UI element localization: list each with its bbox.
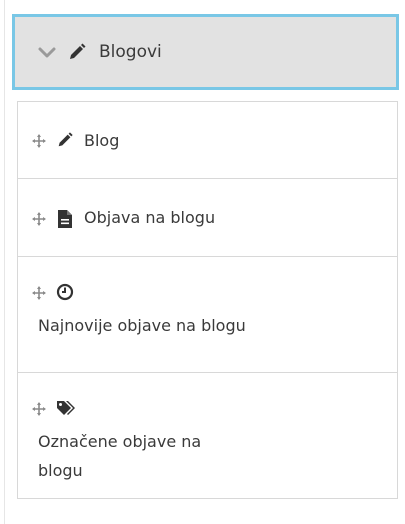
- block-item-latest-posts[interactable]: Najnovije objave na blogu: [17, 257, 398, 373]
- block-label: Blog: [84, 130, 120, 150]
- blogovi-group-header[interactable]: Blogovi: [12, 14, 399, 90]
- tags-icon: [56, 399, 78, 417]
- block-label: Najnovije objave na blogu: [38, 316, 246, 335]
- group-title: Blogovi: [99, 42, 162, 62]
- block-item-featured-posts[interactable]: Označene objave na blogu: [17, 373, 398, 499]
- clock-icon: [56, 283, 74, 301]
- block-item-blog-post[interactable]: Objava na blogu: [17, 179, 398, 257]
- pencil-icon: [56, 131, 74, 149]
- document-icon: [56, 209, 74, 228]
- block-label: Označene objave na blogu: [38, 427, 358, 485]
- block-label-line1: Označene objave na: [38, 432, 202, 451]
- move-handle-icon[interactable]: [32, 401, 46, 416]
- block-label-line2: blogu: [38, 461, 83, 480]
- move-handle-icon[interactable]: [32, 133, 46, 148]
- move-handle-icon[interactable]: [32, 285, 46, 300]
- chevron-down-icon[interactable]: [37, 45, 57, 59]
- pencil-icon: [67, 42, 87, 62]
- block-item-blog[interactable]: Blog: [17, 101, 398, 179]
- left-border: [4, 0, 5, 524]
- block-label: Objava na blogu: [84, 208, 216, 227]
- move-handle-icon[interactable]: [32, 211, 46, 226]
- block-list: Blog Objava na blogu Najnovije objave na…: [17, 101, 398, 499]
